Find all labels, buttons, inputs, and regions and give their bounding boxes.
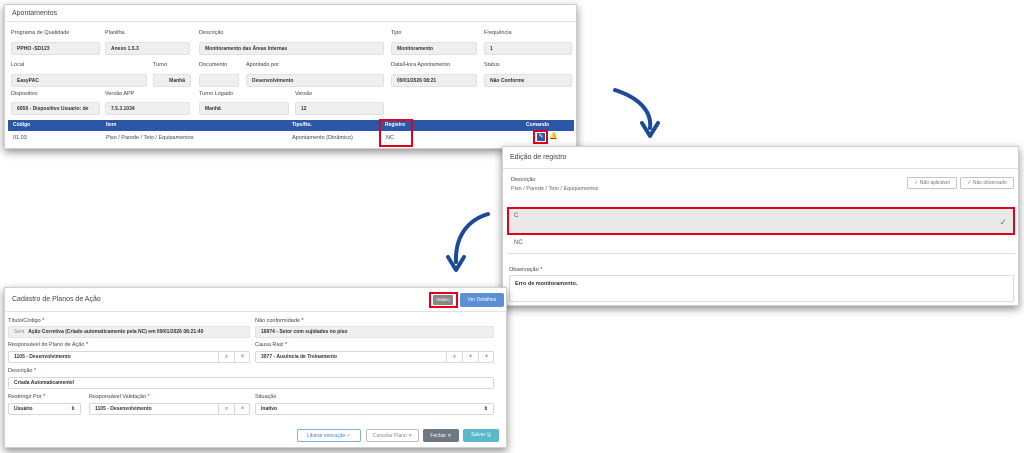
turno-field: Manhã	[153, 74, 191, 87]
close-icon[interactable]: ×	[462, 351, 478, 363]
tipo-label: Tipo	[391, 30, 402, 36]
data-hora-label: Data/Hora Apontamento	[391, 62, 451, 68]
nao-conformidade-field: 16974 - Setor com sujidades no piso	[255, 326, 494, 338]
tipo-field: Monitoramento	[391, 42, 477, 55]
nao-conformidade-label: Não conformidade *	[255, 318, 304, 324]
versao-app-field: 7.5.3.1034	[105, 102, 190, 115]
planilha-field: Anexo 1.5.3	[105, 42, 190, 55]
status-field: Não Conforme	[484, 74, 572, 87]
observacao-text: Erro de monitoramento.	[515, 281, 578, 287]
turno-logado-label: Turno Logado	[199, 91, 234, 97]
close-icon[interactable]: ×	[478, 351, 494, 363]
titulo-value: Ação Corretiva (Criado automaticamente p…	[28, 329, 204, 335]
versao-app-label: Versão APP	[105, 91, 135, 97]
descricao-field: Monitoramento das Áreas Internas	[199, 42, 384, 55]
nao-observado-button[interactable]: ✓ Não observado	[960, 177, 1014, 189]
descricao-label: Descrição	[511, 177, 536, 183]
descricao-value: Piso / Parede / Teto / Equipamentos	[511, 186, 599, 192]
option-nc-label: NC	[514, 240, 523, 246]
planilha-label: Planilha	[105, 30, 125, 36]
th-codigo: Código	[13, 122, 31, 128]
option-c-highlight	[507, 207, 1015, 235]
descricao-label: Descrição	[199, 30, 224, 36]
programa-label: Programa de Qualidade	[11, 30, 70, 36]
search-icon[interactable]: ⌕	[446, 351, 462, 363]
turno-label: Turno	[153, 62, 168, 68]
programa-field: PPHO -SD123	[11, 42, 100, 55]
cell-item: Piso / Parede / Teto / Equipamentos	[106, 135, 194, 141]
ver-detalhes-button[interactable]: Ver Detalhes	[460, 293, 504, 307]
versao-field: 12	[295, 102, 384, 115]
close-icon[interactable]: ×	[234, 351, 250, 363]
search-icon[interactable]: ⌕	[218, 403, 234, 415]
observacao-input[interactable]: Erro de monitoramento.	[509, 275, 1014, 302]
status-label: Status	[484, 62, 500, 68]
search-icon[interactable]: ⌕	[218, 351, 234, 363]
cadastro-panel: Cadastro de Planos de Ação Inativo Ver D…	[4, 287, 507, 448]
fechar-button[interactable]: Fechar ✕	[423, 429, 459, 442]
situacao-select[interactable]: Inativo ⇕	[255, 403, 494, 415]
apontado-por-label: Apontado por	[246, 62, 280, 68]
panel-title: Edição de registro	[503, 147, 1018, 169]
salvar-button[interactable]: Salvar 🖫	[463, 429, 499, 442]
apontamentos-panel: Apontamentos Programa de Qualidade PPHO …	[4, 4, 577, 149]
th-tipo: Tipo/No.	[292, 122, 312, 128]
cancelar-plano-button[interactable]: Cancelar Plano ✕	[366, 429, 419, 442]
liberar-execucao-button[interactable]: Liberar execução ✓	[297, 429, 361, 442]
option-nc[interactable]: NC	[507, 235, 1015, 254]
nao-aplicavel-button[interactable]: ✓ Não aplicável	[907, 177, 957, 189]
resp-validacao-label: Responsável Validação *	[89, 394, 150, 400]
close-icon[interactable]: ×	[234, 403, 250, 415]
dispositivo-label: Dispositivo	[11, 91, 38, 97]
table-row[interactable]: 01.03 Piso / Parede / Teto / Equipamento…	[8, 131, 574, 145]
situacao-value: Inativo	[261, 406, 278, 412]
chevron-updown-icon: ⇕	[70, 406, 75, 412]
chevron-updown-icon: ⇕	[483, 406, 488, 412]
table-header	[8, 120, 574, 131]
th-item: Item	[106, 122, 117, 128]
responsavel-field[interactable]: 1105 - Desenvolvimento	[8, 351, 250, 363]
panel-title: Apontamentos	[5, 5, 576, 22]
titulo-field: Sem Ação Corretiva (Criado automaticamen…	[8, 326, 250, 338]
dispositivo-field: 6059 - Dispositivo Usuario: de	[11, 102, 100, 115]
apontado-por-field: Desenvolvimento	[246, 74, 384, 87]
restringir-label: Restringir Por *	[8, 394, 46, 400]
causa-label: Causa Raiz *	[255, 342, 288, 348]
turno-logado-field: Manhã	[199, 102, 289, 115]
frequencia-label: Frequência	[484, 30, 512, 36]
registro-highlight	[379, 119, 413, 147]
frequencia-field: 1	[484, 42, 572, 55]
restringir-value: Usuário	[14, 406, 33, 412]
titulo-prefix: Sem	[14, 329, 25, 335]
descricao-label: Descrição *	[8, 368, 37, 374]
local-label: Local	[11, 62, 25, 68]
data-hora-field: 09/01/2026 08:21	[391, 74, 477, 87]
restringir-select[interactable]: Usuário ⇕	[8, 403, 81, 415]
cell-codigo: 01.03	[13, 135, 27, 141]
descricao-input[interactable]: Criada Automaticamente!	[8, 377, 494, 389]
responsavel-label: Responsável do Plano de Ação *	[8, 342, 89, 348]
situacao-label: Situação	[255, 394, 277, 400]
cell-tipo: Apontamento (Dinâmico)	[292, 135, 353, 141]
documento-label: Documento	[199, 62, 228, 68]
documento-field	[199, 74, 239, 87]
observacao-label: Observação *	[509, 267, 543, 273]
edit-highlight	[533, 130, 548, 144]
warning-icon: 🔔	[549, 133, 558, 140]
edicao-panel: Edição de registro Descrição Piso / Pare…	[502, 146, 1019, 306]
titulo-label: Título/Código *	[8, 318, 45, 324]
local-field: EasyPAC	[11, 74, 147, 87]
th-comando: Comando	[526, 122, 550, 128]
versao-label: Versão	[295, 91, 313, 97]
inativo-highlight	[429, 292, 458, 308]
